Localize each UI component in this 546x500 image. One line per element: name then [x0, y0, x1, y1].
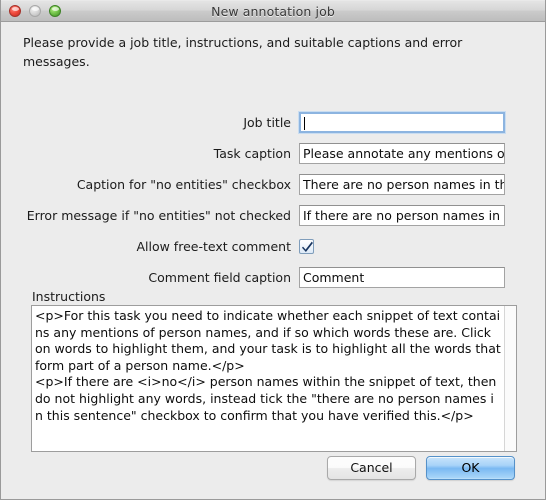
error-message-input[interactable]: If there are no person names in	[299, 205, 505, 226]
field-wrap-no-entities-caption: There are no person names in th	[299, 174, 545, 195]
minimize-button-icon[interactable]	[29, 5, 41, 17]
text-caret	[304, 117, 305, 130]
window-title: New annotation job	[211, 3, 335, 19]
instructions-scrollbar[interactable]	[504, 306, 516, 451]
form-grid: Job title Task caption Please annotate a…	[1, 107, 545, 293]
field-wrap-error-message: If there are no person names in	[299, 205, 545, 226]
field-wrap-job-title	[299, 112, 545, 133]
form-row-error-message: Error message if "no entities" not check…	[1, 200, 545, 231]
label-task-caption: Task caption	[213, 146, 291, 161]
dialog-window: New annotation job Please provide a job …	[0, 0, 546, 500]
field-wrap-task-caption: Please annotate any mentions o	[299, 143, 545, 164]
traffic-light-group	[9, 1, 61, 21]
dialog-button-bar: Cancel OK	[327, 456, 515, 480]
field-wrap-comment-caption: Comment	[299, 267, 545, 288]
cancel-button[interactable]: Cancel	[327, 456, 416, 480]
label-no-entities-caption: Caption for "no entities" checkbox	[76, 177, 291, 192]
label-error-message: Error message if "no entities" not check…	[26, 208, 291, 223]
instructions-textarea-value[interactable]: <p>For this task you need to indicate wh…	[32, 306, 504, 451]
label-job-title: Job title	[243, 115, 291, 130]
no-entities-caption-input[interactable]: There are no person names in th	[299, 174, 505, 195]
title-bar[interactable]: New annotation job	[1, 0, 545, 22]
form-row-task-caption: Task caption Please annotate any mention…	[1, 138, 545, 169]
label-allow-comment: Allow free-text comment	[136, 239, 291, 254]
comment-caption-input[interactable]: Comment	[299, 267, 505, 288]
close-button-icon[interactable]	[9, 5, 21, 17]
form-row-job-title: Job title	[1, 107, 545, 138]
intro-text: Please provide a job title, instructions…	[23, 35, 463, 69]
dialog-content: Please provide a job title, instructions…	[1, 22, 545, 499]
label-comment-caption: Comment field caption	[148, 270, 291, 285]
ok-button[interactable]: OK	[426, 456, 515, 480]
form-row-allow-comment: Allow free-text comment	[1, 231, 545, 262]
field-wrap-allow-comment	[299, 239, 545, 254]
task-caption-input[interactable]: Please annotate any mentions o	[299, 143, 505, 164]
instructions-textarea[interactable]: <p>For this task you need to indicate wh…	[31, 305, 517, 452]
form-row-no-entities-caption: Caption for "no entities" checkbox There…	[1, 169, 545, 200]
checkmark-icon	[302, 241, 313, 252]
job-title-input[interactable]	[299, 112, 505, 133]
label-instructions: Instructions	[32, 289, 106, 304]
zoom-button-icon[interactable]	[49, 5, 61, 17]
allow-comment-checkbox[interactable]	[299, 239, 314, 254]
